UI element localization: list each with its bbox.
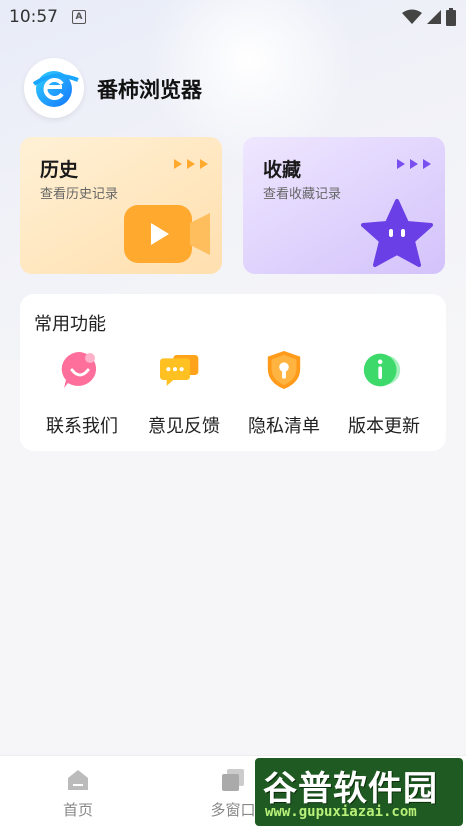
common-functions-title: 常用功能 bbox=[34, 314, 106, 335]
app-title: 番柿浏览器 bbox=[97, 78, 202, 102]
history-card-title: 历史 bbox=[40, 159, 79, 181]
favorites-card[interactable]: 收藏 查看收藏记录 bbox=[243, 137, 445, 274]
app-logo bbox=[24, 58, 84, 118]
history-card-subtitle: 查看历史记录 bbox=[40, 187, 119, 202]
browser-e-logo-icon bbox=[32, 71, 79, 107]
contact-us-label: 联系我们 bbox=[46, 416, 118, 437]
windows-icon bbox=[222, 769, 244, 791]
feedback-label: 意见反馈 bbox=[148, 416, 220, 437]
status-bar: 10:57 A bbox=[0, 0, 466, 34]
nav-home-label: 首页 bbox=[62, 801, 93, 819]
privacy-list-button[interactable]: 隐私清单 bbox=[234, 350, 334, 440]
contact-us-button[interactable]: 联系我们 bbox=[32, 350, 132, 440]
favorites-arrows-icon bbox=[397, 159, 433, 169]
favorites-card-subtitle: 查看收藏记录 bbox=[263, 187, 342, 202]
history-arrows-icon bbox=[174, 159, 210, 169]
battery-icon bbox=[446, 8, 456, 26]
favorites-card-title: 收藏 bbox=[263, 159, 302, 181]
chat-smile-icon bbox=[61, 351, 97, 388]
watermark-text: 谷普软件园 bbox=[263, 769, 438, 809]
status-icons bbox=[402, 8, 456, 26]
version-update-button[interactable]: 版本更新 bbox=[334, 350, 434, 440]
notification-a-icon: A bbox=[72, 10, 86, 24]
history-card[interactable]: 历史 查看历史记录 bbox=[20, 137, 222, 274]
nav-home[interactable]: 首页 bbox=[18, 756, 138, 831]
status-time: 10:57 bbox=[9, 7, 58, 27]
info-icon bbox=[363, 353, 401, 387]
version-update-label: 版本更新 bbox=[348, 416, 420, 437]
video-camera-icon bbox=[124, 205, 210, 263]
privacy-list-label: 隐私清单 bbox=[248, 416, 320, 437]
watermark-url: www.gupuxiazai.com bbox=[265, 804, 417, 820]
common-functions-panel: 常用功能 联系我们 意见反馈 隐私清单 版本更新 bbox=[20, 294, 446, 451]
wifi-icon bbox=[402, 9, 422, 24]
home-icon bbox=[68, 770, 88, 790]
watermark: 谷普软件园 www.gupuxiazai.com bbox=[255, 758, 463, 826]
shield-lock-icon bbox=[267, 350, 301, 390]
feedback-bubble-icon bbox=[160, 355, 199, 386]
signal-icon bbox=[427, 10, 441, 24]
star-mascot-icon bbox=[361, 199, 433, 267]
feedback-button[interactable]: 意见反馈 bbox=[134, 350, 234, 440]
